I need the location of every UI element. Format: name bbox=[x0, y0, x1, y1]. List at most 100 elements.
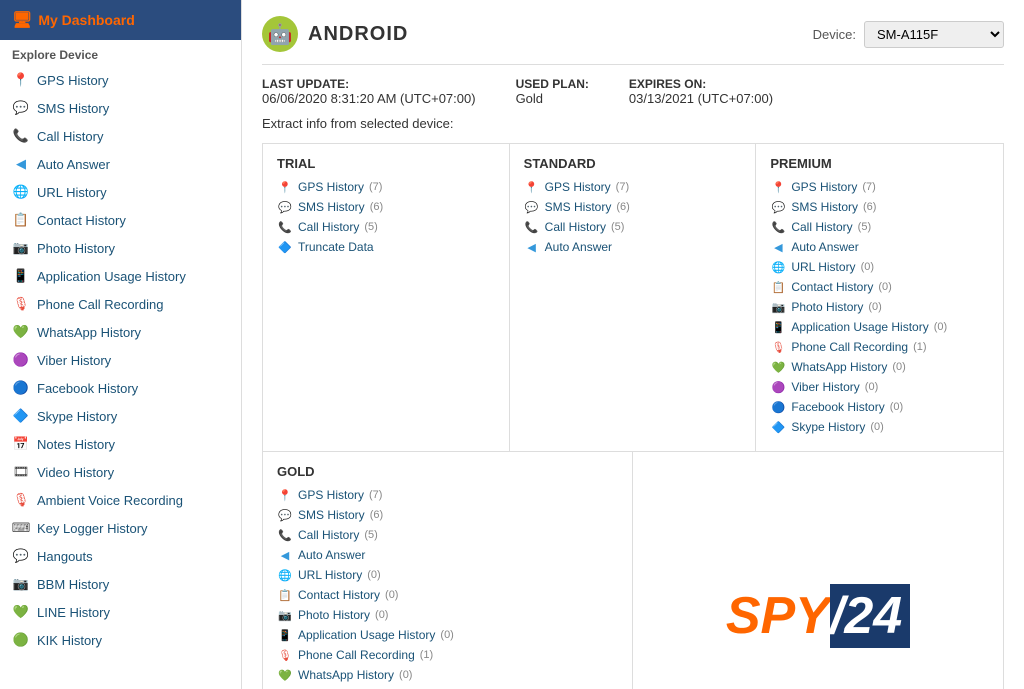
plan-item[interactable]: 🎙Phone Call Recording(1) bbox=[770, 339, 989, 355]
extract-label: Extract info from selected device: bbox=[262, 116, 1004, 131]
plan-item[interactable]: 💚WhatsApp History(0) bbox=[277, 667, 618, 683]
plan-item-label: Call History bbox=[545, 220, 606, 234]
sidebar-item-gps-history[interactable]: 📍GPS History bbox=[0, 66, 241, 94]
slash-text: / bbox=[830, 587, 844, 645]
plan-item-count: (0) bbox=[934, 321, 947, 333]
plan-item[interactable]: 📋Contact History(0) bbox=[770, 279, 989, 295]
plan-item[interactable]: ◀Auto Answer bbox=[277, 547, 618, 563]
sidebar-item-whatsapp-history[interactable]: 💚WhatsApp History bbox=[0, 318, 241, 346]
plan-item-label: WhatsApp History bbox=[791, 360, 887, 374]
monitor-icon: 🖥 bbox=[12, 10, 32, 30]
plan-item[interactable]: 💬SMS History(6) bbox=[277, 507, 618, 523]
plan-item-label: SMS History bbox=[298, 508, 365, 522]
sidebar-label-skype-history: Skype History bbox=[37, 409, 117, 424]
plan-item[interactable]: 📍GPS History(7) bbox=[770, 179, 989, 195]
sidebar-item-auto-answer[interactable]: ◀Auto Answer bbox=[0, 150, 241, 178]
plan-item[interactable]: 📱Application Usage History(0) bbox=[770, 319, 989, 335]
gold-items: 📍GPS History(7) 💬SMS History(6) 📞Call Hist… bbox=[277, 487, 618, 689]
plan-item[interactable]: 📞Call History(5) bbox=[277, 527, 618, 543]
main-content: 🤖 ANDROID Device: SM-A115F LAST UPDATE: … bbox=[242, 0, 1024, 689]
plan-item[interactable]: 🌐URL History(0) bbox=[770, 259, 989, 275]
plan-item-label: WhatsApp History bbox=[298, 668, 394, 682]
sidebar-item-phone-call-rec[interactable]: 🎙Phone Call Recording bbox=[0, 290, 241, 318]
sidebar-item-bbm-history[interactable]: 📷BBM History bbox=[0, 570, 241, 598]
sidebar-icon-kik-history: 🟢 bbox=[12, 631, 30, 649]
sidebar-label-line-history: LINE History bbox=[37, 605, 110, 620]
sidebar-item-sms-history[interactable]: 💬SMS History bbox=[0, 94, 241, 122]
sidebar-icon-sms-history: 💬 bbox=[12, 99, 30, 117]
plan-item-label: Auto Answer bbox=[298, 548, 365, 562]
plan-icon: 📞 bbox=[770, 219, 786, 235]
plan-item[interactable]: 📞Call History(5) bbox=[277, 219, 495, 235]
plan-item[interactable]: 💚WhatsApp History(0) bbox=[770, 359, 989, 375]
plan-item[interactable]: 📍GPS History(7) bbox=[524, 179, 742, 195]
sidebar-item-url-history[interactable]: 🌐URL History bbox=[0, 178, 241, 206]
sidebar-icon-notes-history: 📅 bbox=[12, 435, 30, 453]
plan-item[interactable]: 📍GPS History(7) bbox=[277, 487, 618, 503]
standard-col: STANDARD 📍GPS History(7)💬SMS History(6)📞… bbox=[510, 144, 757, 451]
plan-item[interactable]: 🔷Truncate Data bbox=[277, 239, 495, 255]
plan-icon: 📍 bbox=[524, 179, 540, 195]
sidebar-item-viber-history[interactable]: 🟣Viber History bbox=[0, 346, 241, 374]
sidebar-label-url-history: URL History bbox=[37, 185, 107, 200]
plan-item[interactable]: ◀Auto Answer bbox=[524, 239, 742, 255]
sidebar-icon-viber-history: 🟣 bbox=[12, 351, 30, 369]
sidebar-item-app-usage[interactable]: 📱Application Usage History bbox=[0, 262, 241, 290]
plan-icon: 🎙 bbox=[277, 647, 293, 663]
sidebar-item-skype-history[interactable]: 🔷Skype History bbox=[0, 402, 241, 430]
plan-item[interactable]: 💬SMS History(6) bbox=[524, 199, 742, 215]
plan-item-label: Truncate Data bbox=[298, 240, 374, 254]
plan-icon: 🎙 bbox=[770, 339, 786, 355]
sidebar-item-video-history[interactable]: 🎞Video History bbox=[0, 458, 241, 486]
plan-item[interactable]: 📞Call History(5) bbox=[770, 219, 989, 235]
sidebar-item-contact-history[interactable]: 📋Contact History bbox=[0, 206, 241, 234]
plan-item-label: Photo History bbox=[298, 608, 370, 622]
sidebar-item-hangouts[interactable]: 💬Hangouts bbox=[0, 542, 241, 570]
plan-item[interactable]: 🌐URL History(0) bbox=[277, 567, 618, 583]
bottom-row: GOLD 📍GPS History(7)💬SMS History(6)📞Call… bbox=[262, 452, 1004, 689]
sidebar-item-photo-history[interactable]: 📷Photo History bbox=[0, 234, 241, 262]
sidebar-item-kik-history[interactable]: 🟢KIK History bbox=[0, 626, 241, 654]
plan-item[interactable]: 🔷Skype History(0) bbox=[770, 419, 989, 435]
plan-item[interactable]: 📷Photo History(0) bbox=[770, 299, 989, 315]
plan-icon: 📋 bbox=[770, 279, 786, 295]
sidebar-item-notes-history[interactable]: 📅Notes History bbox=[0, 430, 241, 458]
sidebar-label-bbm-history: BBM History bbox=[37, 577, 109, 592]
explore-label: Explore Device bbox=[0, 40, 241, 66]
sidebar-item-call-history[interactable]: 📞Call History bbox=[0, 122, 241, 150]
plan-item[interactable]: 💬SMS History(6) bbox=[770, 199, 989, 215]
plan-item[interactable]: 📋Contact History(0) bbox=[277, 587, 618, 603]
device-dropdown[interactable]: SM-A115F bbox=[864, 21, 1004, 48]
sidebar-item-key-logger[interactable]: ⌨Key Logger History bbox=[0, 514, 241, 542]
plan-item-label: Application Usage History bbox=[791, 320, 928, 334]
plan-item[interactable]: 📱Application Usage History(0) bbox=[277, 627, 618, 643]
sidebar-header[interactable]: 🖥 My Dashboard bbox=[0, 0, 241, 40]
plan-item-count: (5) bbox=[611, 221, 624, 233]
plan-item-count: (0) bbox=[367, 569, 380, 581]
plan-item[interactable]: ◀Auto Answer bbox=[770, 239, 989, 255]
plan-icon: 💬 bbox=[277, 199, 293, 215]
plan-item[interactable]: 🎙Phone Call Recording(1) bbox=[277, 647, 618, 663]
plan-item[interactable]: 📷Photo History(0) bbox=[277, 607, 618, 623]
spy-text: SPY bbox=[726, 586, 830, 646]
plan-icon: 💬 bbox=[524, 199, 540, 215]
dashboard-link[interactable]: My Dashboard bbox=[38, 12, 134, 28]
plan-item[interactable]: 🟣Viber History(0) bbox=[770, 379, 989, 395]
plan-item[interactable]: 📍GPS History(7) bbox=[277, 179, 495, 195]
sidebar-icon-contact-history: 📋 bbox=[12, 211, 30, 229]
plan-item-count: (0) bbox=[399, 669, 412, 681]
plan-item-count: (0) bbox=[890, 401, 903, 413]
plan-item[interactable]: 📞Call History(5) bbox=[524, 219, 742, 235]
sidebar-item-line-history[interactable]: 💚LINE History bbox=[0, 598, 241, 626]
plan-item-count: (0) bbox=[868, 301, 881, 313]
sidebar-item-ambient-voice[interactable]: 🎙Ambient Voice Recording bbox=[0, 486, 241, 514]
sidebar-label-whatsapp-history: WhatsApp History bbox=[37, 325, 141, 340]
plan-item[interactable]: 🔵Facebook History(0) bbox=[770, 399, 989, 415]
sidebar-icon-video-history: 🎞 bbox=[12, 463, 30, 481]
plan-item-count: (6) bbox=[370, 201, 383, 213]
plan-icon: 📷 bbox=[277, 607, 293, 623]
plan-item-label: Application Usage History bbox=[298, 628, 435, 642]
plan-item-count: (0) bbox=[861, 261, 874, 273]
sidebar-item-facebook-history[interactable]: 🔵Facebook History bbox=[0, 374, 241, 402]
plan-item[interactable]: 💬SMS History(6) bbox=[277, 199, 495, 215]
